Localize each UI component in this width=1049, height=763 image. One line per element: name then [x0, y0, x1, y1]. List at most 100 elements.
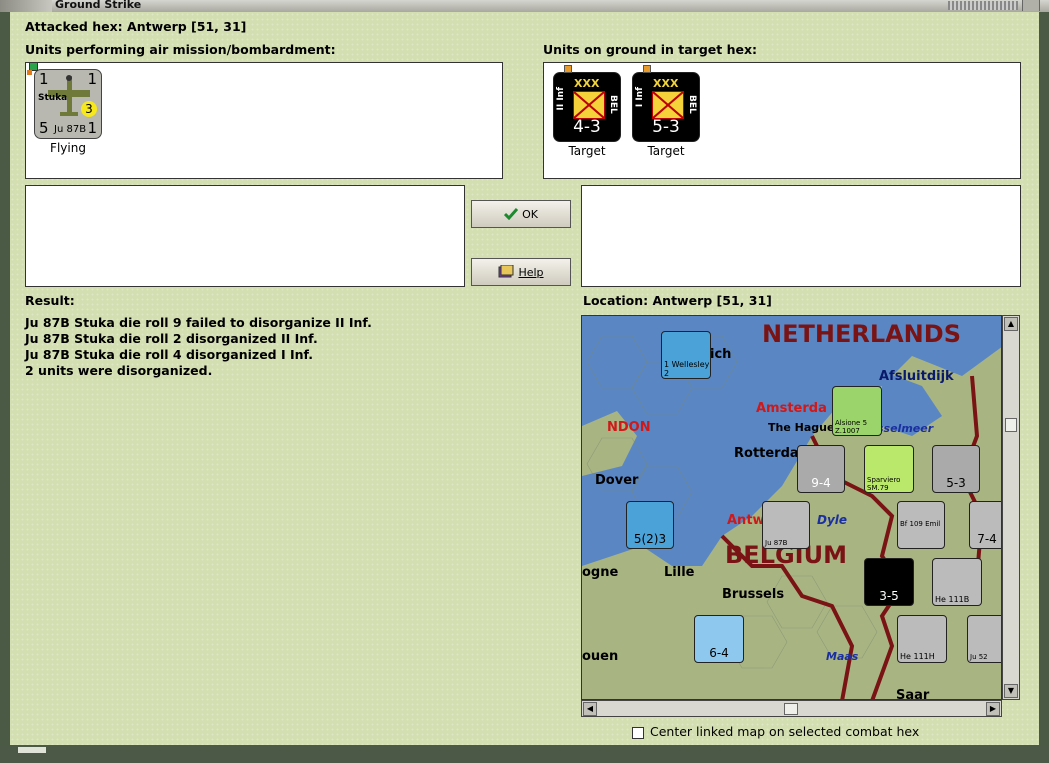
window-title: Ground Strike: [55, 0, 142, 11]
result-line: Ju 87B Stuka die roll 9 failed to disorg…: [25, 315, 372, 330]
map-air-counter[interactable]: Bf 109 Emil: [897, 501, 945, 549]
map-air-counter[interactable]: Alsione 5 Z.1007: [832, 386, 882, 436]
air-units-label: Units performing air mission/bombardment…: [25, 42, 336, 57]
map-label-maas: Maas: [826, 650, 859, 663]
map-counter-label: Alsione 5 Z.1007: [835, 419, 868, 435]
help-label: Help: [518, 265, 544, 279]
resize-grip-icon[interactable]: [18, 747, 46, 753]
map-counter-label: He 111B: [935, 595, 970, 604]
map-horizontal-scrollbar[interactable]: ◀ ▶: [581, 700, 1002, 717]
map-counter-label: He 111H: [900, 652, 935, 661]
location-map[interactable]: NETHERLANDS BELGIUM Afsluitdijk Amsterda…: [581, 315, 1002, 700]
ground-unit[interactable]: XXX I Inf BEL 5-3 Target: [631, 65, 701, 158]
attacked-hex-label: Attacked hex: Antwerp [51, 31]: [25, 19, 247, 34]
unit-strength: 4-3: [573, 117, 601, 137]
unit-nation: BEL: [608, 95, 618, 114]
unit-name: II Inf: [556, 87, 566, 111]
map-label-london: NDON: [607, 420, 651, 435]
map-ground-counter[interactable]: 5-3: [932, 445, 980, 493]
map-air-counter[interactable]: Sparviero SM.79: [864, 445, 914, 493]
map-label-antwerp: Antw: [727, 513, 765, 528]
unit-counter: XXX II Inf BEL 4-3: [553, 65, 621, 142]
map-counter-label: 9-4: [811, 476, 831, 490]
scroll-thumb[interactable]: [1005, 418, 1017, 432]
map-label-rotterdam: Rotterda: [734, 446, 799, 461]
map-label-dover: Dover: [595, 473, 639, 488]
unit-name: Stuka: [38, 93, 68, 103]
map-counter-label: 1 Wellesley 2: [664, 360, 710, 378]
air-unit[interactable]: 1 1 Stuka 3 5 Ju 87B 1 Flying: [27, 62, 103, 155]
map-air-counter[interactable]: He 111B: [932, 558, 982, 606]
map-ground-counter[interactable]: 3-5: [864, 558, 914, 606]
map-label-ouen: ouen: [582, 649, 619, 664]
right-border: [1039, 12, 1049, 745]
map-label-afsluitdijk: Afsluitdijk: [879, 369, 954, 384]
title-bar-cap: [0, 0, 52, 12]
unit-strength: 5-3: [652, 117, 680, 137]
ok-button[interactable]: OK: [471, 200, 571, 228]
map-label-boulogne: ogne: [582, 565, 619, 580]
map-counter-label: Sparviero SM.79: [867, 476, 901, 492]
help-button[interactable]: Help: [471, 258, 571, 286]
map-counter-label: 7-4: [977, 532, 997, 546]
map-counter-label: 5-3: [946, 476, 966, 490]
title-bar-grip: [948, 1, 1018, 10]
unit-status: Target: [647, 144, 685, 158]
map-ground-counter[interactable]: 9-4: [797, 445, 845, 493]
map-ground-counter[interactable]: 5(2)3: [626, 501, 674, 549]
map-counter-label: Bf 109 Emil: [900, 520, 941, 528]
result-label: Result:: [25, 293, 75, 308]
scroll-right-icon[interactable]: ▶: [986, 702, 1000, 716]
map-label-saar: Saar: [896, 688, 930, 700]
scroll-up-icon[interactable]: ▲: [1004, 317, 1018, 331]
unit-bottom-left: 5: [39, 119, 49, 137]
unit-counter: 1 1 Stuka 3 5 Ju 87B 1: [27, 62, 102, 139]
map-air-counter[interactable]: 1 Wellesley 2: [661, 331, 711, 379]
map-label-ipswich: ich: [710, 347, 732, 362]
map-air-counter[interactable]: Ju 52: [967, 615, 1001, 663]
ok-label: OK: [522, 207, 538, 221]
air-unit-detail-box: [25, 185, 465, 287]
ground-units-label: Units on ground in target hex:: [543, 42, 758, 57]
map-counter-label: 3-5: [879, 589, 899, 603]
unit-name: I Inf: [635, 87, 645, 108]
unit-model: Ju 87B: [54, 124, 87, 135]
flag-icon: [643, 65, 651, 73]
map-counter-label: 6-4: [709, 646, 729, 660]
map-air-counter[interactable]: He 111H: [897, 615, 947, 663]
unit-nation: BEL: [687, 95, 697, 114]
map-ground-counter[interactable]: 7-4: [969, 501, 1001, 549]
close-button[interactable]: [1022, 0, 1040, 11]
scroll-thumb[interactable]: [784, 703, 798, 715]
map-counter-label: Ju 87B: [765, 539, 788, 547]
center-map-checkbox-label: Center linked map on selected combat hex: [650, 724, 920, 739]
unit-size: XXX: [574, 77, 600, 90]
map-label-amsterdam: Amsterda: [756, 401, 827, 416]
location-label: Location: Antwerp [51, 31]: [583, 293, 772, 308]
result-line: 2 units were disorganized.: [25, 363, 213, 378]
map-air-counter[interactable]: Ju 87B: [762, 501, 810, 549]
left-border: [0, 12, 10, 745]
scroll-down-icon[interactable]: ▼: [1004, 684, 1018, 698]
unit-size: XXX: [653, 77, 679, 90]
flag-icon: [564, 65, 572, 73]
center-map-checkbox[interactable]: [632, 727, 644, 739]
map-ground-counter[interactable]: 6-4: [694, 615, 744, 663]
checkmark-icon: [504, 208, 519, 220]
infantry-icon: [652, 91, 684, 119]
ground-unit[interactable]: XXX II Inf BEL 4-3 Target: [552, 65, 622, 158]
flag-icon: [27, 70, 32, 75]
map-counter-label: 5(2)3: [633, 532, 667, 546]
map-label-the-hague: The Hague: [768, 421, 835, 434]
unit-counter: XXX I Inf BEL 5-3: [632, 65, 700, 142]
bottom-bar: [0, 745, 1049, 763]
unit-status: Flying: [50, 141, 86, 155]
help-book-icon: [498, 265, 514, 278]
scroll-left-icon[interactable]: ◀: [583, 702, 597, 716]
map-vertical-scrollbar[interactable]: ▲ ▼: [1002, 315, 1020, 700]
map-label-ijsselmeer: sselmeer: [877, 422, 934, 435]
infantry-icon: [573, 91, 605, 119]
result-text: Ju 87B Stuka die roll 9 failed to disorg…: [25, 315, 372, 379]
unit-bottom-right: 1: [87, 119, 97, 137]
map-label-dyle: Dyle: [817, 513, 848, 527]
